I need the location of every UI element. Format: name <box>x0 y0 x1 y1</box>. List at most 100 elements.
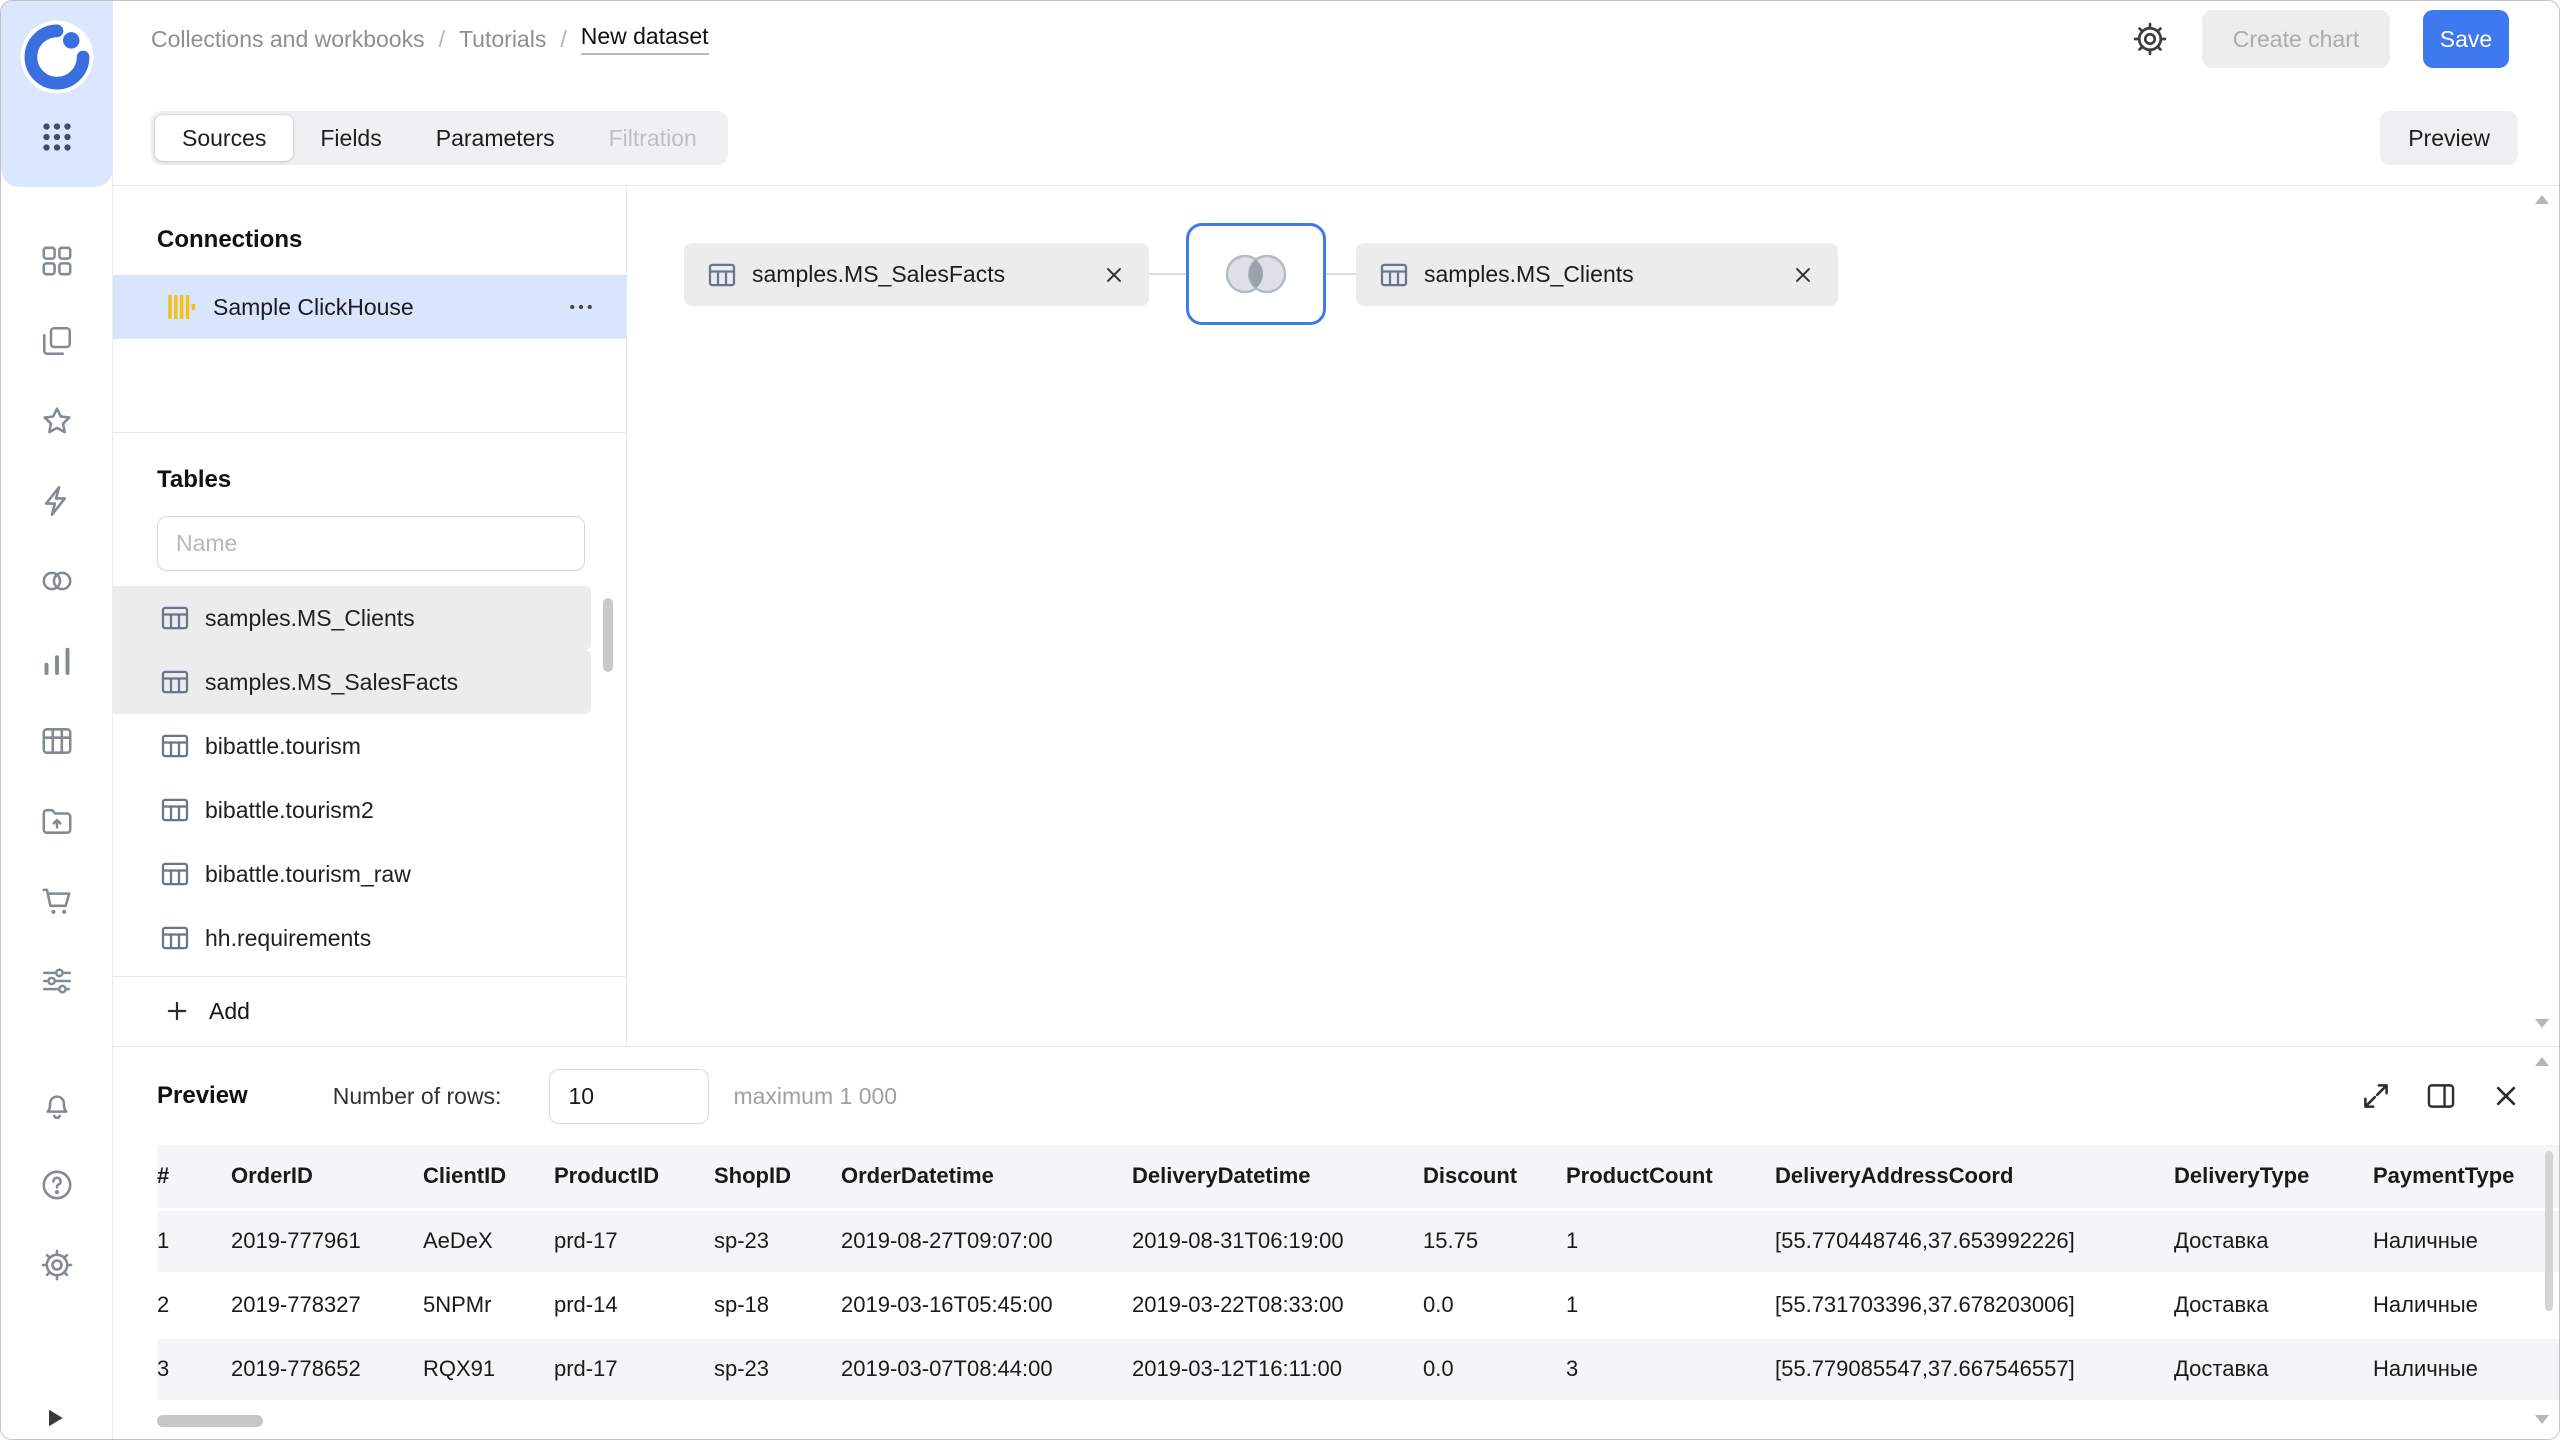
scroll-down-icon[interactable] <box>2535 1415 2549 1424</box>
dataset-settings-gear-icon[interactable] <box>2131 20 2169 58</box>
add-label: Add <box>209 998 250 1025</box>
column-header: ProductID <box>554 1145 714 1209</box>
nav-marketplace-icon[interactable] <box>39 883 75 919</box>
cell: Наличные <box>2373 1209 2559 1273</box>
create-chart-button[interactable]: Create chart <box>2202 10 2390 68</box>
cell: 15.75 <box>1423 1209 1566 1273</box>
nav-datasets-icon[interactable] <box>39 563 75 599</box>
logo-area <box>1 1 113 187</box>
sources-canvas[interactable]: samples.MS_SalesFacts samples.MS_Clients <box>628 186 2559 1046</box>
table-list-item[interactable]: samples.MS_Clients <box>113 586 591 650</box>
table-list-item[interactable]: bibattle.tourism2 <box>113 778 591 842</box>
cell: AeDeX <box>423 1209 554 1273</box>
nav-dashboards-icon[interactable] <box>39 243 75 279</box>
tab-parameters[interactable]: Parameters <box>409 115 582 161</box>
connection-menu-icon[interactable] <box>566 292 596 322</box>
settings-gear-icon[interactable] <box>39 1247 75 1283</box>
table-list-item[interactable]: bibattle.tourism <box>113 714 591 778</box>
tables-list-scrollbar[interactable] <box>603 598 613 672</box>
nav-storage-icon[interactable] <box>39 803 75 839</box>
nav-charts-icon[interactable] <box>39 643 75 679</box>
table-list-item[interactable]: samples.MS_SalesFacts <box>113 650 591 714</box>
table-icon <box>159 922 191 954</box>
horizontal-scrollbar[interactable] <box>157 1415 263 1427</box>
cell: [55.770448746,37.653992226] <box>1775 1209 2174 1273</box>
dock-panel-icon[interactable] <box>2424 1079 2458 1113</box>
preview-title: Preview <box>157 1082 248 1110</box>
panel-divider <box>113 432 626 433</box>
preview-header-row: # OrderID ClientID ProductID ShopID Orde… <box>157 1145 2559 1209</box>
table-search-input[interactable] <box>157 516 585 571</box>
tab-fields[interactable]: Fields <box>293 115 408 161</box>
cell: 2019-777961 <box>231 1209 423 1273</box>
nav-tables-icon[interactable] <box>39 723 75 759</box>
nav-connections-icon[interactable] <box>39 483 75 519</box>
join-connector-line <box>1149 273 1186 275</box>
apps-grid-icon[interactable] <box>39 119 75 155</box>
nav-services-icon[interactable] <box>39 963 75 999</box>
rows-count-label: Number of rows: <box>333 1083 502 1110</box>
breadcrumb-collections[interactable]: Collections and workbooks <box>151 26 425 53</box>
datalens-dataset-editor: Collections and workbooks / Tutorials / … <box>0 0 2560 1440</box>
preview-row: 1 2019-777961 AeDeX prd-17 sp-23 2019-08… <box>157 1209 2559 1273</box>
breadcrumb-tutorials[interactable]: Tutorials <box>459 26 546 53</box>
plus-icon <box>163 997 191 1025</box>
expand-preview-icon[interactable] <box>2359 1079 2393 1113</box>
cell: Наличные <box>2373 1273 2559 1337</box>
table-icon <box>159 794 191 826</box>
cell: 2019-03-22T08:33:00 <box>1132 1273 1423 1337</box>
add-table-button[interactable]: Add <box>113 981 626 1041</box>
cell: 2019-778652 <box>231 1337 423 1401</box>
datalens-logo-icon[interactable] <box>19 19 95 95</box>
rows-count-input[interactable] <box>549 1069 709 1124</box>
dataset-tab-row: Sources Fields Parameters Filtration Pre… <box>113 91 2559 185</box>
cell: 2019-03-12T16:11:00 <box>1132 1337 1423 1401</box>
column-header: ClientID <box>423 1145 554 1209</box>
cell: 1 <box>1566 1273 1775 1337</box>
cell: 0.0 <box>1423 1273 1566 1337</box>
join-node[interactable] <box>1186 223 1326 325</box>
notifications-bell-icon[interactable] <box>39 1087 75 1123</box>
scroll-up-icon[interactable] <box>2535 1057 2549 1066</box>
sources-side-panel: Connections Sample ClickHouse Tables sam… <box>113 186 627 1046</box>
column-header: DeliveryAddressCoord <box>1775 1145 2174 1209</box>
cell: 5NPMr <box>423 1273 554 1337</box>
save-button[interactable]: Save <box>2423 10 2509 68</box>
remove-source-icon[interactable] <box>1790 262 1816 288</box>
dataset-title[interactable]: New dataset <box>581 23 709 55</box>
table-list-item[interactable]: bibattle.tourism_raw <box>113 842 591 906</box>
source-table-name: samples.MS_Clients <box>1424 261 1634 288</box>
table-icon <box>1378 259 1410 291</box>
table-name: bibattle.tourism_raw <box>205 861 411 888</box>
tables-title: Tables <box>157 466 231 494</box>
table-name: samples.MS_Clients <box>205 605 415 632</box>
table-list-item[interactable]: hh.requirements <box>113 906 591 970</box>
table-icon <box>159 602 191 634</box>
cell: 2019-778327 <box>231 1273 423 1337</box>
scroll-down-icon[interactable] <box>2535 1019 2549 1028</box>
help-icon[interactable] <box>39 1167 75 1203</box>
close-preview-icon[interactable] <box>2489 1079 2523 1113</box>
tab-sources[interactable]: Sources <box>155 115 293 161</box>
nav-collections-icon[interactable] <box>39 323 75 359</box>
cell: Доставка <box>2174 1273 2373 1337</box>
preview-toggle-button[interactable]: Preview <box>2380 111 2518 165</box>
table-icon <box>706 259 738 291</box>
table-name: samples.MS_SalesFacts <box>205 669 458 696</box>
cell: sp-18 <box>714 1273 841 1337</box>
cell: [55.731703396,37.678203006] <box>1775 1273 2174 1337</box>
connection-name: Sample ClickHouse <box>213 294 414 321</box>
expand-sidebar-icon[interactable] <box>39 1403 69 1433</box>
scroll-up-icon[interactable] <box>2535 195 2549 204</box>
remove-source-icon[interactable] <box>1101 262 1127 288</box>
vertical-scrollbar[interactable] <box>2545 1151 2553 1311</box>
nav-favorites-icon[interactable] <box>39 403 75 439</box>
connection-item[interactable]: Sample ClickHouse <box>113 275 626 339</box>
cell: Доставка <box>2174 1209 2373 1273</box>
breadcrumb: Collections and workbooks / Tutorials / … <box>151 23 709 55</box>
column-header: OrderDatetime <box>841 1145 1132 1209</box>
header-actions: Create chart Save <box>2131 10 2509 68</box>
preview-panel: Preview Number of rows: maximum 1 000 # <box>113 1046 2559 1439</box>
source-table-chip-clients[interactable]: samples.MS_Clients <box>1356 243 1838 306</box>
source-table-chip-salesfacts[interactable]: samples.MS_SalesFacts <box>684 243 1149 306</box>
